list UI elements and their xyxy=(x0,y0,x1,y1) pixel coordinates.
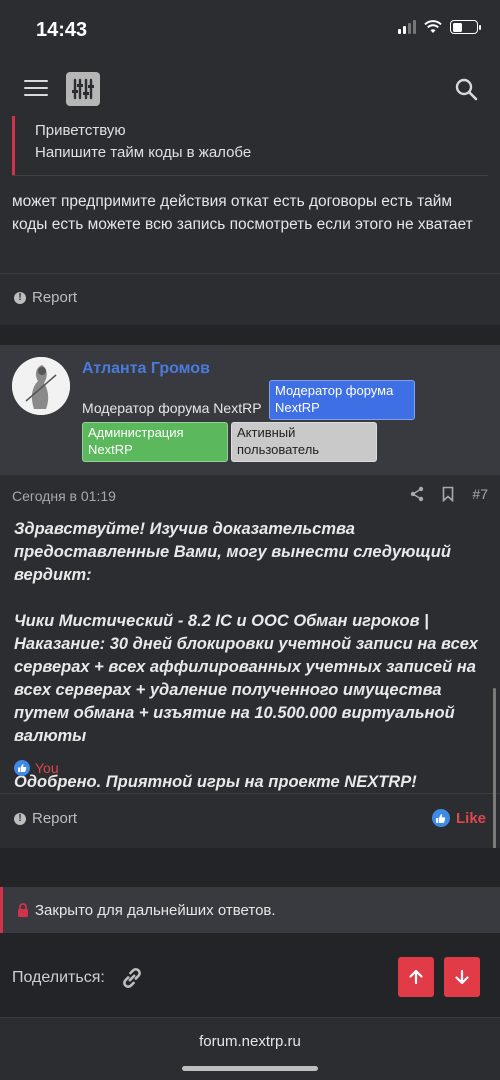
report-label: Report xyxy=(32,289,78,306)
search-icon[interactable] xyxy=(454,77,478,101)
previous-post-text: может предпримите действия откат есть до… xyxy=(12,193,473,233)
avatar-image xyxy=(12,357,70,415)
divider xyxy=(0,793,500,794)
divider xyxy=(0,1017,500,1018)
xenforo-logo[interactable] xyxy=(66,72,100,106)
post-paragraph: Чики Мистический - 8.2 IC и OOC Обман иг… xyxy=(14,612,478,745)
post-number[interactable]: #7 xyxy=(472,486,488,502)
top-navigation xyxy=(0,60,500,116)
divider xyxy=(0,273,500,274)
arrow-down-icon xyxy=(455,969,469,985)
thread-closed-notice: Закрыто для дальнейших ответов. xyxy=(0,887,500,933)
author-name[interactable]: Атланта Громов xyxy=(82,360,210,378)
status-icons xyxy=(398,20,481,34)
battery-icon xyxy=(450,20,481,34)
thumbs-up-icon xyxy=(431,809,450,827)
badge-administration: Администрация NextRP xyxy=(82,422,228,462)
report-button[interactable]: ! Report xyxy=(14,289,77,306)
browser-url[interactable]: forum.nextrp.ru xyxy=(0,1033,500,1050)
thumbs-up-icon xyxy=(14,760,30,776)
report-icon: ! xyxy=(14,291,26,304)
post-paragraph: Здравствуйте! Изучив доказательства пред… xyxy=(14,520,451,584)
author-title: Модератор форума NextRP xyxy=(82,400,262,416)
lock-icon xyxy=(18,903,28,917)
reaction-summary[interactable]: You xyxy=(14,760,59,776)
post-body: Здравствуйте! Изучив доказательства пред… xyxy=(14,518,488,817)
arrow-up-icon xyxy=(409,969,423,985)
quote-line: Напишите тайм коды в жалобе xyxy=(35,144,252,161)
wifi-icon xyxy=(424,20,442,33)
like-label: Like xyxy=(455,809,486,827)
badge-active-user: Активный пользователь xyxy=(231,422,377,462)
hamburger-icon[interactable] xyxy=(24,80,48,96)
avatar[interactable] xyxy=(12,357,70,415)
badge-moderator: Модератор форума NextRP xyxy=(269,380,415,420)
quote-block: Приветствую Напишите тайм коды в жалобе xyxy=(12,116,488,176)
status-time: 14:43 xyxy=(36,19,88,41)
report-label: Report xyxy=(32,810,78,827)
status-bar: 14:43 xyxy=(0,0,500,60)
like-button[interactable]: Like xyxy=(431,809,486,827)
closed-text: Закрыто для дальнейших ответов. xyxy=(35,901,276,919)
signal-icon xyxy=(398,20,416,34)
post-separator xyxy=(0,848,500,887)
post-actions: #7 xyxy=(410,486,488,502)
report-icon: ! xyxy=(14,812,26,825)
share-icon[interactable] xyxy=(410,486,424,502)
quote-line: Приветствую xyxy=(35,122,126,139)
home-indicator[interactable] xyxy=(182,1066,318,1071)
bookmark-icon[interactable] xyxy=(442,486,454,502)
post-paragraph: Одобрено. Приятной игры на проекте NEXTR… xyxy=(14,773,417,791)
share-row: Поделиться: xyxy=(12,965,145,991)
reaction-user: You xyxy=(35,760,59,776)
link-icon[interactable] xyxy=(119,965,145,991)
scroll-down-button[interactable] xyxy=(444,957,480,997)
report-button[interactable]: ! Report xyxy=(14,810,77,827)
scroll-up-button[interactable] xyxy=(398,957,434,997)
logo-icon xyxy=(72,78,94,100)
post-separator xyxy=(0,325,500,345)
post-date[interactable]: Сегодня в 01:19 xyxy=(12,488,116,504)
quote-divider xyxy=(12,175,488,176)
share-label: Поделиться: xyxy=(12,969,105,986)
